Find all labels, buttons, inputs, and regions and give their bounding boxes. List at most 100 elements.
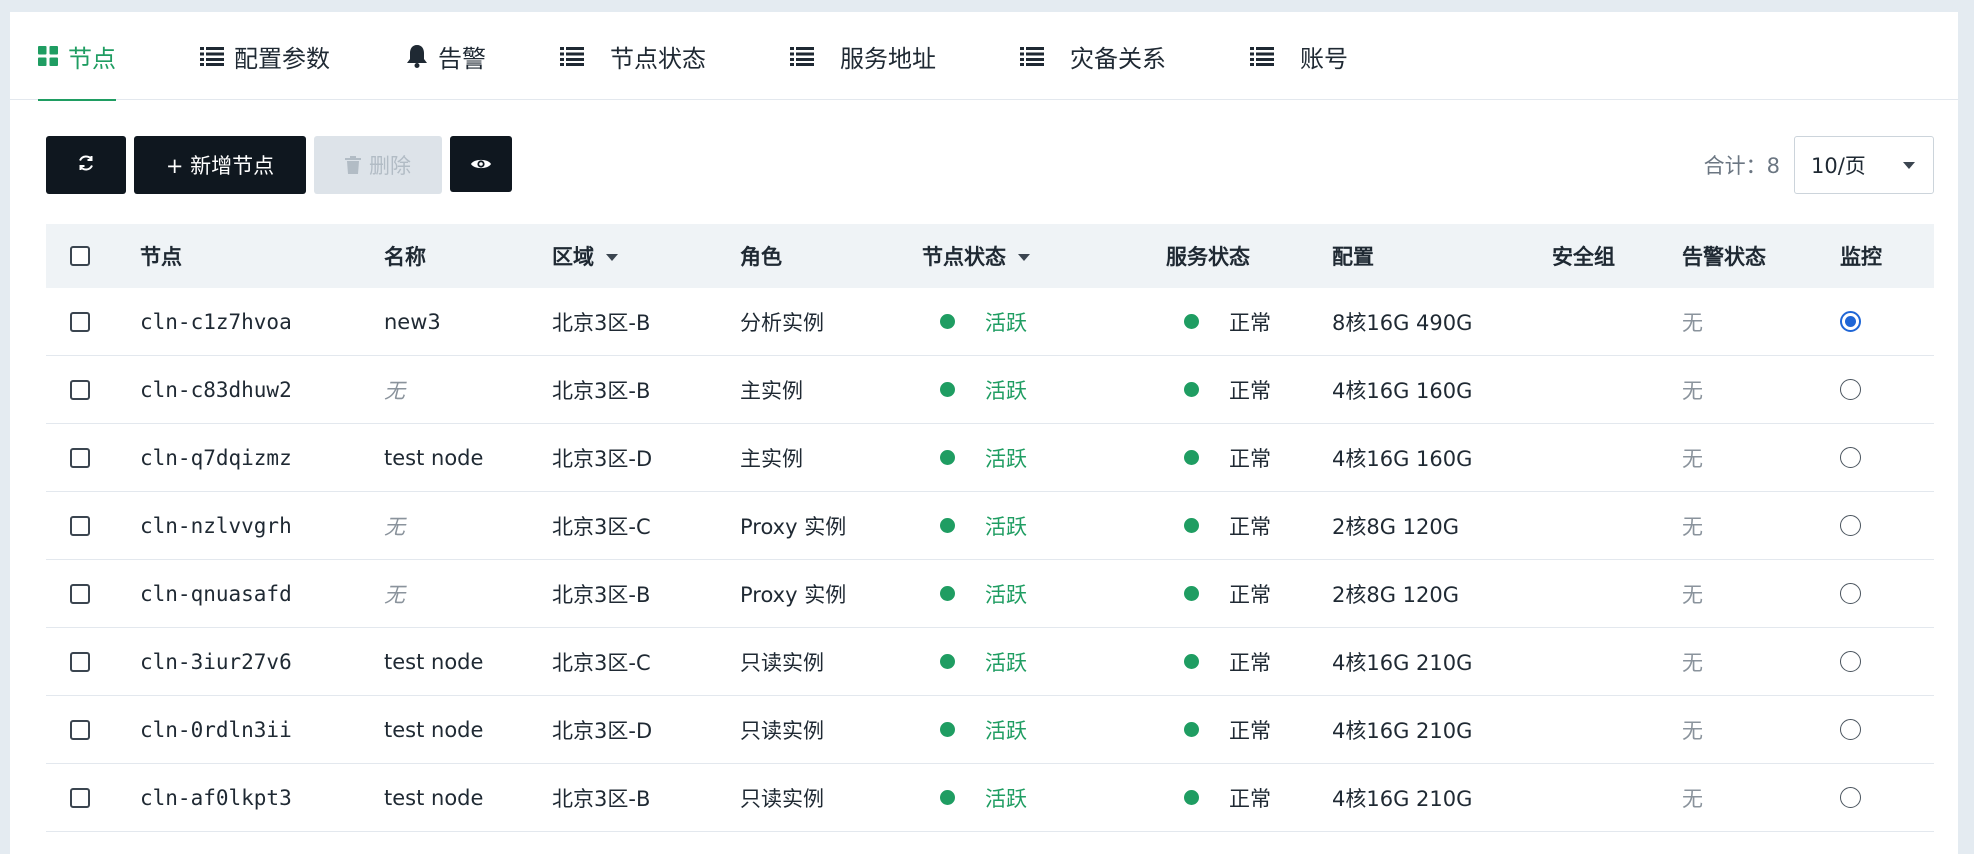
header-alarm-status: 告警状态	[1682, 245, 1766, 269]
page-size-value: 10/页	[1811, 154, 1866, 178]
nodes-table: 节点 名称 区域 角色 节点状态 服务状态 配置 安全组 告警状态 监控 cln…	[46, 224, 1934, 832]
tab-nodes[interactable]: 节点	[38, 12, 116, 101]
node-zone: 北京3区-D	[552, 446, 653, 471]
row-checkbox[interactable]	[70, 583, 90, 604]
monitor-cell	[1840, 696, 1861, 763]
service-status-cell: 正常	[1184, 560, 1271, 627]
status-dot-icon	[1184, 450, 1199, 465]
toggle-view-button[interactable]	[450, 136, 512, 192]
node-status-text: 活跃	[985, 718, 1027, 743]
node-status-text: 活跃	[985, 378, 1027, 403]
header-role: 角色	[740, 245, 782, 269]
node-status-cell: 活跃	[940, 356, 1027, 423]
header-node: 节点	[140, 245, 182, 269]
status-dot-icon	[1184, 654, 1199, 669]
row-checkbox[interactable]	[70, 311, 90, 332]
monitor-radio[interactable]	[1840, 379, 1861, 400]
node-role: 只读实例	[740, 786, 824, 811]
add-node-button[interactable]: + 新增节点	[134, 136, 306, 194]
table-row[interactable]: cln-3iur27v6 test node 北京3区-C 只读实例 活跃 正常…	[46, 628, 1934, 696]
node-config: 2核8G 120G	[1332, 514, 1460, 539]
node-zone: 北京3区-B	[552, 310, 651, 335]
node-role: 主实例	[740, 446, 803, 471]
node-id[interactable]: cln-c83dhuw2	[140, 356, 292, 423]
select-all-cell	[70, 224, 90, 288]
filter-caret-icon[interactable]	[606, 253, 618, 261]
node-id[interactable]: cln-af0lkpt3	[140, 764, 292, 831]
delete-button[interactable]: 删除	[314, 136, 442, 194]
node-name: test node	[384, 445, 484, 470]
table-row[interactable]: cln-qnuasafd 无 北京3区-B Proxy 实例 活跃 正常 2核8…	[46, 560, 1934, 628]
monitor-cell	[1840, 628, 1861, 695]
row-checkbox[interactable]	[70, 719, 90, 740]
row-select-cell	[70, 560, 90, 627]
tab-alarms[interactable]: 告警	[406, 12, 486, 100]
table-row[interactable]: cln-c1z7hvoa new3 北京3区-B 分析实例 活跃 正常 8核16…	[46, 288, 1934, 356]
list-icon	[200, 46, 224, 66]
node-name: test node	[384, 649, 484, 674]
table-body: cln-c1z7hvoa new3 北京3区-B 分析实例 活跃 正常 8核16…	[46, 288, 1934, 832]
node-name: 无	[384, 514, 405, 539]
alarm-status: 无	[1682, 514, 1703, 539]
table-row[interactable]: cln-q7dqizmz test node 北京3区-D 主实例 活跃 正常 …	[46, 424, 1934, 492]
row-checkbox[interactable]	[70, 787, 90, 808]
header-zone[interactable]: 区域	[552, 224, 618, 288]
status-dot-icon	[940, 722, 955, 737]
table-row[interactable]: cln-0rdln3ii test node 北京3区-D 只读实例 活跃 正常…	[46, 696, 1934, 764]
service-status-text: 正常	[1229, 718, 1271, 743]
node-config: 8核16G 490G	[1332, 310, 1473, 335]
node-name: test node	[384, 785, 484, 810]
node-id[interactable]: cln-nzlvvgrh	[140, 492, 292, 559]
tab-config-params[interactable]: 配置参数	[200, 12, 330, 100]
monitor-radio[interactable]	[1840, 311, 1861, 332]
page-size-select[interactable]: 10/页	[1794, 136, 1934, 194]
tab-service-address[interactable]: 服务地址	[790, 12, 936, 100]
tab-label: 服务地址	[840, 44, 936, 73]
tab-label: 配置参数	[234, 44, 330, 73]
alarm-status: 无	[1682, 310, 1703, 335]
node-status-cell: 活跃	[940, 424, 1027, 491]
filter-caret-icon[interactable]	[1018, 253, 1030, 261]
row-select-cell	[70, 356, 90, 423]
node-status-text: 活跃	[985, 514, 1027, 539]
alarm-status: 无	[1682, 446, 1703, 471]
monitor-radio[interactable]	[1840, 583, 1861, 604]
node-id[interactable]: cln-0rdln3ii	[140, 696, 292, 763]
list-icon	[1020, 46, 1044, 66]
tab-node-status[interactable]: 节点状态	[560, 12, 706, 100]
table-row[interactable]: cln-c83dhuw2 无 北京3区-B 主实例 活跃 正常 4核16G 16…	[46, 356, 1934, 424]
refresh-button[interactable]	[46, 136, 126, 194]
select-all-checkbox[interactable]	[70, 246, 90, 266]
service-status-text: 正常	[1229, 582, 1271, 607]
node-id[interactable]: cln-3iur27v6	[140, 628, 292, 695]
table-row[interactable]: cln-nzlvvgrh 无 北京3区-C Proxy 实例 活跃 正常 2核8…	[46, 492, 1934, 560]
node-zone: 北京3区-B	[552, 582, 651, 607]
monitor-radio[interactable]	[1840, 515, 1861, 536]
service-status-cell: 正常	[1184, 696, 1271, 763]
service-status-text: 正常	[1229, 310, 1271, 335]
node-name: new3	[384, 309, 441, 334]
row-checkbox[interactable]	[70, 515, 90, 536]
node-id[interactable]: cln-c1z7hvoa	[140, 288, 292, 355]
alarm-status: 无	[1682, 650, 1703, 675]
monitor-radio[interactable]	[1840, 447, 1861, 468]
header-node-status[interactable]: 节点状态	[922, 224, 1030, 288]
node-id[interactable]: cln-q7dqizmz	[140, 424, 292, 491]
table-row[interactable]: cln-af0lkpt3 test node 北京3区-B 只读实例 活跃 正常…	[46, 764, 1934, 832]
monitor-radio[interactable]	[1840, 787, 1861, 808]
tab-label: 账号	[1300, 44, 1348, 73]
monitor-radio[interactable]	[1840, 651, 1861, 672]
monitor-cell	[1840, 356, 1861, 423]
tab-label: 灾备关系	[1070, 44, 1166, 73]
node-id[interactable]: cln-qnuasafd	[140, 560, 292, 627]
tab-disaster-recovery[interactable]: 灾备关系	[1020, 12, 1166, 100]
eye-icon	[470, 152, 492, 176]
tab-accounts[interactable]: 账号	[1250, 12, 1348, 100]
row-checkbox[interactable]	[70, 651, 90, 672]
status-dot-icon	[1184, 314, 1199, 329]
service-status-cell: 正常	[1184, 628, 1271, 695]
monitor-radio[interactable]	[1840, 719, 1861, 740]
row-checkbox[interactable]	[70, 447, 90, 468]
row-checkbox[interactable]	[70, 379, 90, 400]
row-select-cell	[70, 424, 90, 491]
